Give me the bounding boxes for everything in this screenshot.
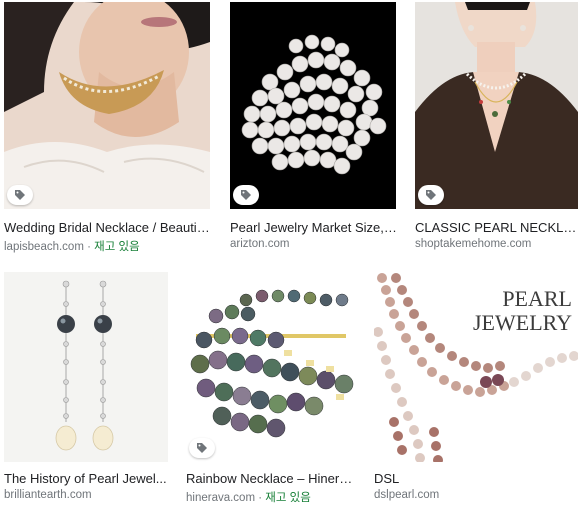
- tag-icon: [418, 185, 444, 205]
- thumbnail-pearl-jewelry-strands[interactable]: PEARL JEWELRY: [374, 272, 578, 462]
- thumbnail-classic-pearl-necklace[interactable]: [415, 2, 578, 209]
- pearl-jewelry-line1: PEARL: [502, 286, 572, 311]
- result-card-3[interactable]: CLASSIC PEARL NECKLA... shoptakemehome.c…: [411, 0, 578, 260]
- result-source[interactable]: shoptakemehome.com: [415, 238, 578, 250]
- result-card-5[interactable]: Rainbow Necklace – Hinera... hinerava.co…: [182, 270, 354, 509]
- result-title[interactable]: The History of Pearl Jewel...: [4, 471, 168, 486]
- result-card-6[interactable]: PEARL JEWELRY DSL dslpearl.com: [370, 270, 578, 509]
- result-card-4[interactable]: The History of Pearl Jewel... brilliante…: [0, 270, 168, 509]
- result-source[interactable]: dslpearl.com: [374, 489, 578, 501]
- thumbnail-rainbow-necklace[interactable]: [186, 272, 354, 462]
- thumbnail-bridal-necklace[interactable]: [4, 2, 210, 209]
- result-title[interactable]: CLASSIC PEARL NECKLA...: [415, 220, 578, 235]
- result-card-2[interactable]: Pearl Jewelry Market Size, ... arizton.c…: [226, 0, 398, 260]
- thumbnail-pearl-pile[interactable]: [230, 2, 396, 209]
- thumbnail-pearl-earrings[interactable]: [4, 272, 168, 462]
- in-stock-label: 재고 있음: [94, 241, 140, 253]
- result-title[interactable]: DSL: [374, 471, 578, 486]
- in-stock-label: 재고 있음: [265, 492, 311, 504]
- tag-icon: [233, 185, 259, 205]
- result-source[interactable]: brilliantearth.com: [4, 489, 168, 501]
- result-title[interactable]: Wedding Bridal Necklace / Beautif...: [4, 220, 210, 235]
- result-source[interactable]: lapisbeach.com · 재고 있음: [4, 238, 210, 254]
- result-source[interactable]: arizton.com: [230, 238, 398, 250]
- result-card-1[interactable]: Wedding Bridal Necklace / Beautif... lap…: [0, 0, 210, 260]
- result-source[interactable]: hinerava.com · 재고 있음: [186, 489, 354, 505]
- pearl-jewelry-line2: JEWELRY: [473, 310, 572, 335]
- tag-icon: [189, 438, 215, 458]
- tag-icon: [7, 185, 33, 205]
- result-title[interactable]: Rainbow Necklace – Hinera...: [186, 471, 354, 486]
- result-title[interactable]: Pearl Jewelry Market Size, ...: [230, 220, 398, 235]
